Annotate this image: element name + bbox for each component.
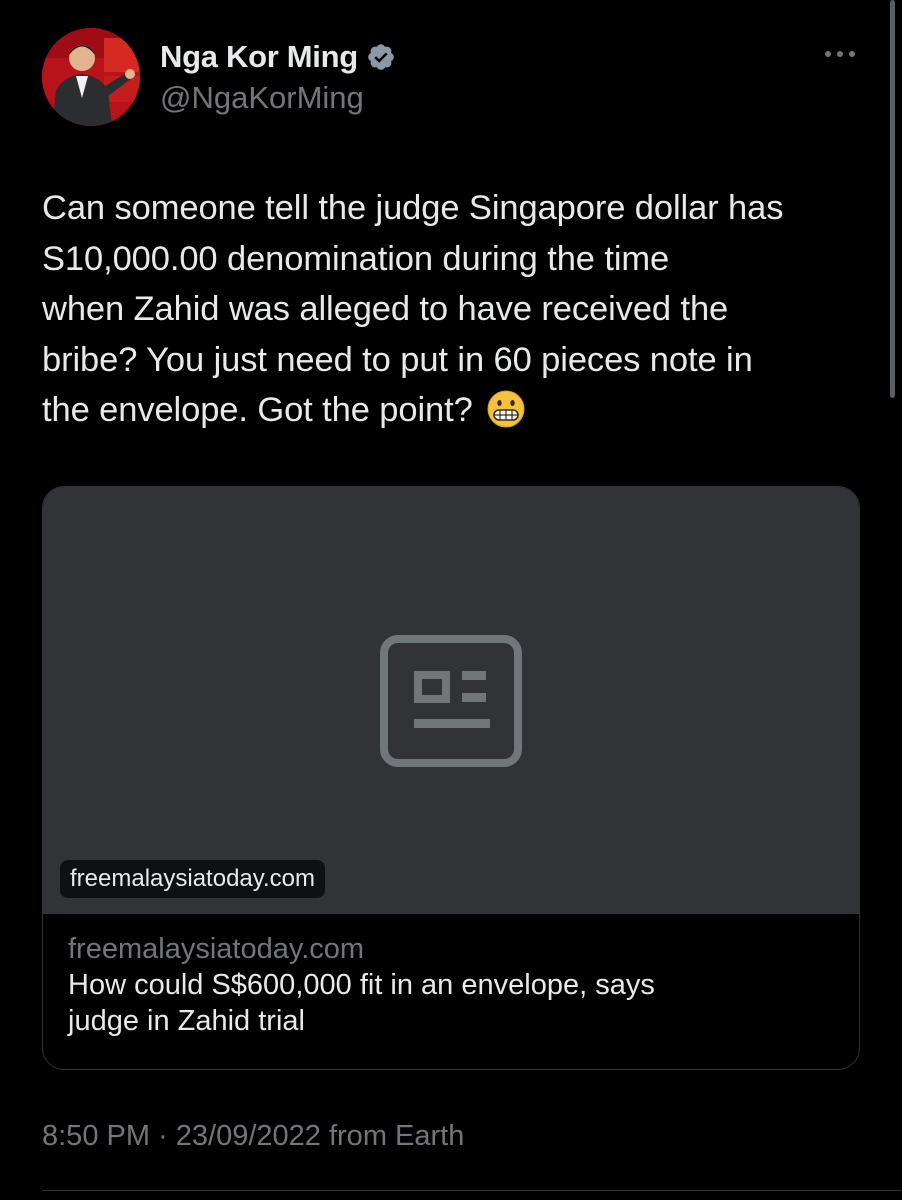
- author-display-name[interactable]: Nga Kor Ming: [160, 39, 358, 75]
- grimacing-face-icon: [487, 390, 525, 428]
- avatar[interactable]: [42, 28, 140, 126]
- tweet-text: Can someone tell the judge Singapore dol…: [42, 183, 872, 436]
- ellipsis-icon[interactable]: [820, 42, 860, 66]
- link-card-title[interactable]: How could S$600,000 fit in an envelope, …: [68, 967, 838, 1039]
- link-card-domain: freemalaysiatoday.com: [68, 933, 365, 965]
- link-card-domain-chip: freemalaysiatoday.com: [60, 860, 325, 898]
- profile-photo-icon: [42, 28, 140, 126]
- link-card-media[interactable]: freemalaysiatoday.com: [43, 487, 859, 914]
- tweet-timestamp[interactable]: 8:50 PM · 23/09/2022 from Earth: [42, 1120, 464, 1153]
- tweet-text-line: the envelope. Got the point?: [42, 391, 473, 429]
- tweet-text-line: S10,000.00 denomination during the time: [42, 239, 670, 278]
- divider: [42, 1190, 902, 1191]
- tweet-text-line: bribe? You just need to put in 60 pieces…: [42, 340, 753, 379]
- article-icon: [380, 635, 522, 767]
- scrollbar[interactable]: [890, 0, 895, 398]
- tweet-text-line: when Zahid was alleged to have received …: [42, 290, 729, 328]
- link-card[interactable]: freemalaysiatoday.com freemalaysiatoday.…: [42, 486, 860, 1070]
- tweet-text-line: Can someone tell the judge Singapore dol…: [42, 189, 784, 227]
- verified-badge-icon: [368, 44, 394, 70]
- tweet-text-last-line: the envelope. Got the point?: [42, 385, 872, 436]
- link-card-title-line: judge in Zahid trial: [68, 1005, 305, 1037]
- link-card-title-line: How could S$600,000 fit in an envelope, …: [68, 969, 655, 1001]
- link-card-meta[interactable]: freemalaysiatoday.com How could S$600,00…: [68, 931, 838, 1039]
- author-handle[interactable]: @NgaKorMing: [160, 80, 364, 116]
- author-name-row[interactable]: Nga Kor Ming: [160, 38, 396, 76]
